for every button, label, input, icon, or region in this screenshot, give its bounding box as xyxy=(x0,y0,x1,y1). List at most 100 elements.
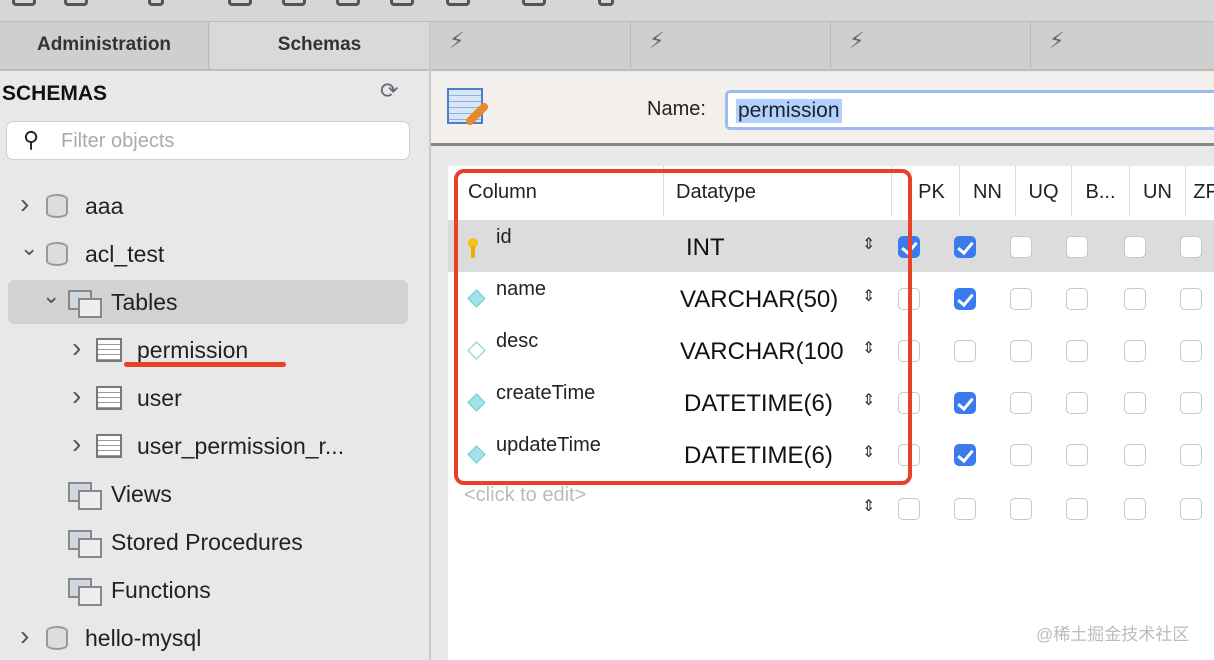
tree-item[interactable]: ⌄ acl_test xyxy=(0,232,429,276)
new-row[interactable]: <click to edit> ⇕ xyxy=(448,480,1214,532)
table-name-value: permission xyxy=(736,99,842,123)
chevron-down-icon[interactable]: ⌄ xyxy=(20,226,38,270)
flag-checkbox[interactable] xyxy=(954,498,976,520)
toolbar-icon[interactable] xyxy=(148,0,164,6)
tree-item[interactable]: › hello-mysql xyxy=(0,616,429,660)
tree-item-label: aaa xyxy=(85,193,124,219)
flag-checkbox-UN[interactable] xyxy=(1124,288,1146,310)
datatype-stepper-icon[interactable]: ⇕ xyxy=(862,496,875,516)
tab-schemas[interactable]: Schemas xyxy=(210,22,429,69)
lightning-icon: ⚡︎ xyxy=(849,28,865,53)
tree-item-label: hello-mysql xyxy=(85,625,202,651)
flag-checkbox-ZF[interactable] xyxy=(1180,288,1202,310)
flag-checkbox-UQ[interactable] xyxy=(1010,236,1032,258)
query-tabs: ⚡︎ ⚡︎ ⚡︎ ⚡︎ xyxy=(431,22,1214,71)
table-name-input[interactable]: permission xyxy=(725,90,1214,130)
column-header[interactable]: PK xyxy=(904,166,960,216)
column-header[interactable]: UQ xyxy=(1016,166,1072,216)
column-header[interactable]: UN xyxy=(1130,166,1186,216)
annotation-box xyxy=(454,169,912,485)
flag-checkbox-UQ[interactable] xyxy=(1010,392,1032,414)
flag-checkbox-UN[interactable] xyxy=(1124,236,1146,258)
filter-placeholder: Filter objects xyxy=(61,130,175,152)
chevron-right-icon[interactable]: › xyxy=(72,374,81,418)
tree-item-label: Stored Procedures xyxy=(111,529,303,555)
tree-item[interactable]: Functions xyxy=(0,568,429,612)
flag-checkbox-NN[interactable] xyxy=(954,392,976,414)
toolbar-icon[interactable] xyxy=(282,0,306,6)
annotation-underline xyxy=(124,362,286,367)
chevron-right-icon[interactable]: › xyxy=(20,614,29,658)
folder-icon xyxy=(68,290,102,318)
flag-checkbox-B[interactable] xyxy=(1066,444,1088,466)
flag-checkbox-UQ[interactable] xyxy=(1010,340,1032,362)
tree-item[interactable]: › user xyxy=(0,376,429,420)
flag-checkbox-UQ[interactable] xyxy=(1010,444,1032,466)
filter-input[interactable]: ⚲ Filter objects xyxy=(6,121,410,160)
toolbar-icon[interactable] xyxy=(390,0,414,6)
column-header[interactable]: B... xyxy=(1072,166,1130,216)
folder-icon xyxy=(68,530,102,558)
folder-icon xyxy=(68,578,102,606)
sidebar-tabs: Administration Schemas xyxy=(0,22,430,71)
new-row-placeholder[interactable]: <click to edit> xyxy=(464,484,586,507)
refresh-icon[interactable]: ⟳ xyxy=(380,78,398,104)
query-tab[interactable]: ⚡︎ xyxy=(431,22,631,69)
toolbar-icon[interactable] xyxy=(12,0,36,6)
toolbar-icon[interactable] xyxy=(522,0,546,6)
column-header[interactable]: ZF xyxy=(1186,166,1214,216)
folder-icon xyxy=(68,482,102,510)
flag-checkbox-UN[interactable] xyxy=(1124,444,1146,466)
toolbar-icon[interactable] xyxy=(228,0,252,6)
flag-checkbox[interactable] xyxy=(1010,498,1032,520)
flag-checkbox-NN[interactable] xyxy=(954,288,976,310)
table-editor-header: Name: permission xyxy=(431,72,1214,146)
tree-item[interactable]: ⌄ Tables xyxy=(8,280,408,324)
toolbar-icon[interactable] xyxy=(64,0,88,6)
table-icon xyxy=(96,434,122,458)
flag-checkbox-B[interactable] xyxy=(1066,392,1088,414)
flag-checkbox[interactable] xyxy=(898,498,920,520)
chevron-down-icon[interactable]: ⌄ xyxy=(42,274,60,318)
search-icon: ⚲ xyxy=(23,127,40,152)
flag-checkbox-B[interactable] xyxy=(1066,340,1088,362)
chevron-right-icon[interactable]: › xyxy=(20,182,29,226)
flag-checkbox-ZF[interactable] xyxy=(1180,392,1202,414)
flag-checkbox-B[interactable] xyxy=(1066,288,1088,310)
flag-checkbox-ZF[interactable] xyxy=(1180,340,1202,362)
flag-checkbox[interactable] xyxy=(1066,498,1088,520)
query-tab[interactable]: ⚡︎ xyxy=(831,22,1031,69)
flag-checkbox-B[interactable] xyxy=(1066,236,1088,258)
tree-item[interactable]: › aaa xyxy=(0,184,429,228)
toolbar-icon[interactable] xyxy=(336,0,360,6)
toolbar xyxy=(0,0,1214,22)
toolbar-icon[interactable] xyxy=(446,0,470,6)
flag-checkbox-ZF[interactable] xyxy=(1180,236,1202,258)
flag-checkbox-UN[interactable] xyxy=(1124,340,1146,362)
flag-checkbox-UN[interactable] xyxy=(1124,392,1146,414)
flag-checkbox-NN[interactable] xyxy=(954,236,976,258)
flag-checkbox-UQ[interactable] xyxy=(1010,288,1032,310)
tree-item-label: Tables xyxy=(111,289,178,315)
chevron-right-icon[interactable]: › xyxy=(72,422,81,466)
toolbar-icon[interactable] xyxy=(598,0,614,6)
query-tab[interactable]: ⚡︎ xyxy=(1031,22,1214,69)
chevron-right-icon[interactable]: › xyxy=(72,326,81,370)
tree-item[interactable]: Views xyxy=(0,472,429,516)
flag-checkbox[interactable] xyxy=(1124,498,1146,520)
name-label: Name: xyxy=(647,98,706,120)
watermark: @稀土掘金技术社区 xyxy=(1036,625,1190,644)
flag-checkbox-ZF[interactable] xyxy=(1180,444,1202,466)
tree-item-label: Functions xyxy=(111,577,211,603)
query-tab[interactable]: ⚡︎ xyxy=(631,22,831,69)
flag-checkbox-NN[interactable] xyxy=(954,444,976,466)
table-icon xyxy=(96,386,122,410)
flag-checkbox[interactable] xyxy=(1180,498,1202,520)
column-header[interactable]: NN xyxy=(960,166,1016,216)
tree-item[interactable]: Stored Procedures xyxy=(0,520,429,564)
tree-item[interactable]: › user_permission_r... xyxy=(0,424,429,468)
tab-administration[interactable]: Administration xyxy=(0,22,209,69)
tree-item-label: user_permission_r... xyxy=(137,433,345,459)
flag-checkbox-NN[interactable] xyxy=(954,340,976,362)
database-icon xyxy=(46,626,68,650)
